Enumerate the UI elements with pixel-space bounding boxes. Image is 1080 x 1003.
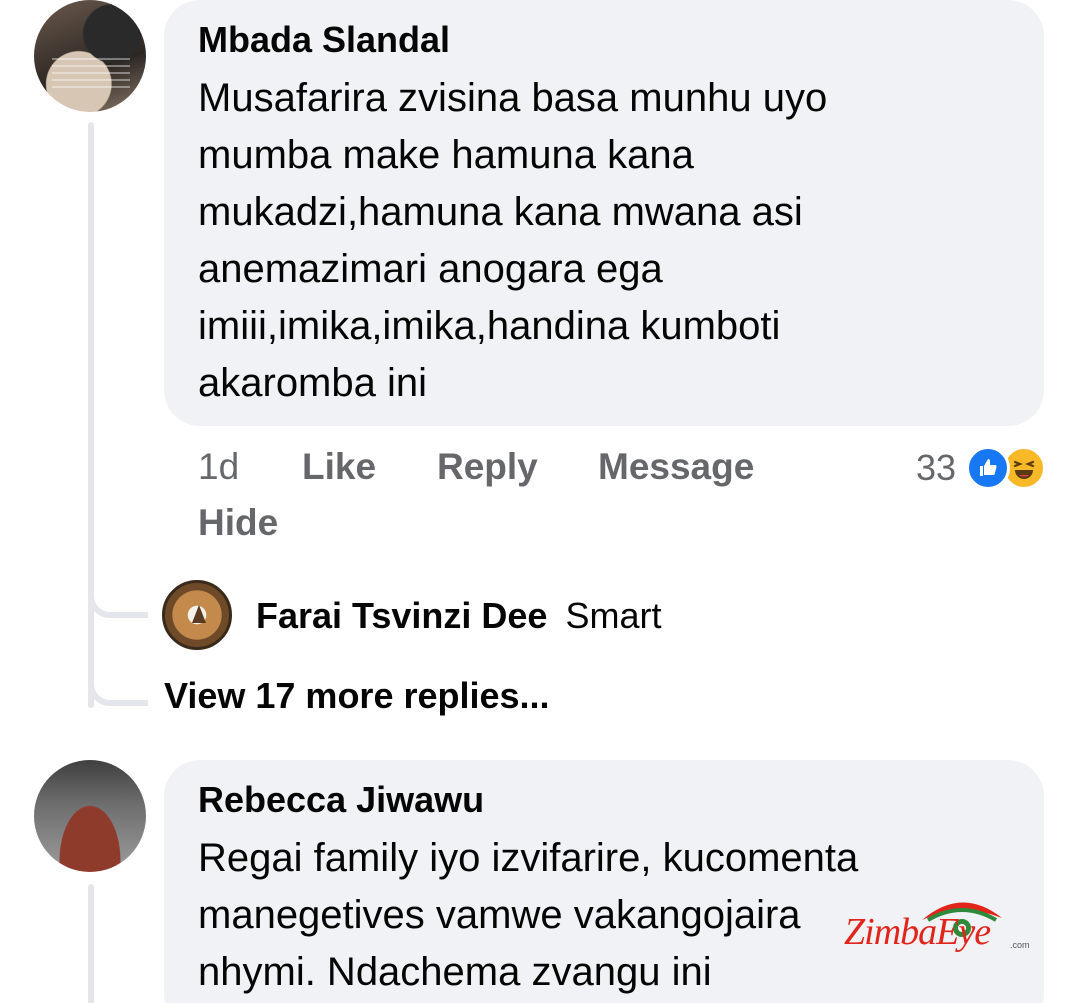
reaction-summary[interactable]: 33 bbox=[916, 446, 1046, 490]
view-more-replies-link[interactable]: View 17 more replies... bbox=[164, 674, 550, 718]
reply-branch-connector bbox=[88, 590, 148, 618]
comment-author[interactable]: Rebecca Jiwawu bbox=[198, 778, 1010, 822]
avatar-image bbox=[192, 605, 206, 623]
avatar[interactable] bbox=[34, 0, 146, 112]
comment-text: Musafarira zvisina basa munhu uyo mumba … bbox=[198, 76, 828, 405]
reply-text: Smart bbox=[565, 595, 662, 636]
like-button[interactable]: Like bbox=[302, 446, 376, 488]
reply-button[interactable]: Reply bbox=[437, 446, 538, 488]
reply-avatar[interactable] bbox=[162, 580, 232, 650]
comment-bubble[interactable]: Rebecca Jiwawu Regai family iyo izvifari… bbox=[164, 760, 1044, 1003]
watermark-logo: ZimbaEye .com bbox=[842, 890, 1032, 960]
avatar-image bbox=[52, 58, 130, 88]
message-button[interactable]: Message bbox=[598, 446, 754, 488]
comment-timestamp[interactable]: 1d bbox=[198, 446, 239, 488]
watermark-suffix: .com bbox=[1010, 940, 1030, 950]
avatar[interactable] bbox=[34, 760, 146, 872]
comment-bubble[interactable]: Mbada Slandal Musafarira zvisina basa mu… bbox=[164, 0, 1044, 426]
comment-thread: Mbada Slandal Musafarira zvisina basa mu… bbox=[0, 0, 1080, 1003]
reply-author[interactable]: Farai Tsvinzi Dee bbox=[256, 595, 547, 636]
comment-author[interactable]: Mbada Slandal bbox=[198, 18, 1010, 62]
hide-button[interactable]: Hide bbox=[198, 502, 278, 544]
reaction-count: 33 bbox=[915, 447, 956, 488]
thread-connector-line bbox=[88, 884, 94, 1003]
thread-connector-line bbox=[88, 122, 94, 708]
watermark-text: ZimbaEye bbox=[844, 911, 991, 953]
view-more-branch-connector bbox=[88, 678, 148, 706]
like-icon bbox=[966, 446, 1010, 490]
reply-preview[interactable]: Farai Tsvinzi Dee Smart bbox=[256, 594, 661, 638]
